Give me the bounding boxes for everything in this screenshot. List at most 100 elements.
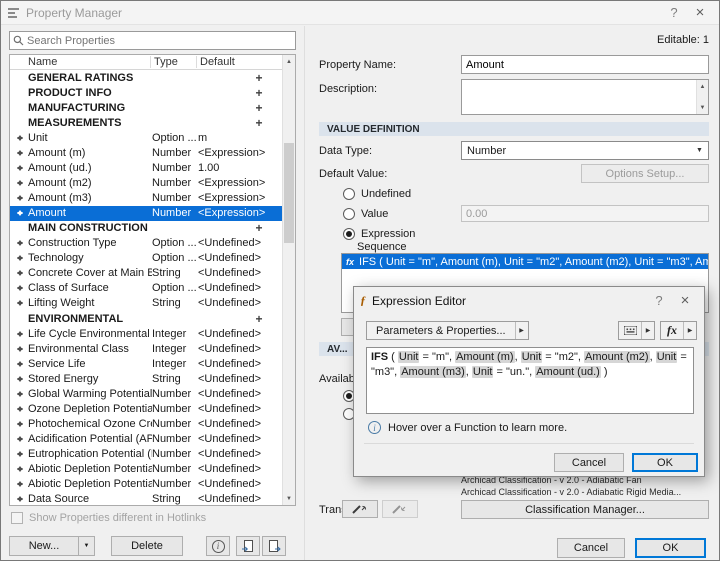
property-row[interactable]: Technology Option ... <Undefined> (10, 251, 282, 266)
value-input[interactable]: 0.00 (461, 205, 709, 222)
new-dropdown-button[interactable]: ▼ (78, 536, 95, 556)
property-row[interactable]: Amount (m2) Number <Expression> (10, 175, 282, 190)
undefined-radio[interactable] (343, 188, 355, 200)
property-row[interactable]: Global Warming Potential (G...Number <Und… (10, 386, 282, 401)
reorder-handle-icon[interactable] (12, 433, 28, 445)
value-radio-label[interactable]: Value (361, 208, 388, 220)
reorder-handle-icon[interactable] (12, 388, 28, 400)
reorder-handle-icon[interactable] (12, 358, 28, 370)
property-row[interactable]: Environmental Class Integer <Undefined> (10, 341, 282, 356)
reorder-handle-icon[interactable] (12, 252, 28, 264)
scroll-up-icon[interactable]: ▲ (283, 55, 295, 68)
property-row[interactable]: Construction Type Option ... <Undefined> (10, 236, 282, 251)
category-row[interactable]: ENVIRONMENTAL + (10, 311, 282, 326)
operators-button[interactable]: ▶ (618, 321, 655, 340)
reorder-handle-icon[interactable] (12, 132, 28, 144)
options-setup-button[interactable]: Options Setup... (581, 164, 709, 183)
description-field[interactable]: ▲ ▼ (461, 79, 709, 115)
column-header-default[interactable]: Default (200, 56, 235, 68)
scroll-down-icon[interactable]: ▼ (283, 492, 295, 505)
value-definition-header[interactable]: VALUE DEFINITION (319, 122, 709, 136)
expression-radio-label[interactable]: Expression (361, 228, 415, 240)
category-row[interactable]: GENERAL RATINGS + (10, 70, 282, 85)
reorder-handle-icon[interactable] (12, 448, 28, 460)
classification-manager-button[interactable]: Classification Manager... (461, 500, 709, 519)
reorder-handle-icon[interactable] (12, 403, 28, 415)
close-button[interactable]: × (672, 290, 698, 312)
add-property-icon[interactable]: + (254, 312, 264, 326)
ok-button[interactable]: OK (632, 453, 698, 472)
add-property-icon[interactable]: + (254, 71, 264, 85)
help-button[interactable]: ? (661, 2, 687, 24)
close-button[interactable]: × (687, 2, 713, 24)
property-row[interactable]: Unit Option ... m (10, 130, 282, 145)
import-properties-button[interactable] (236, 536, 260, 556)
property-row[interactable]: Amount (m3) Number <Expression> (10, 191, 282, 206)
help-button[interactable]: ? (646, 290, 672, 312)
reorder-handle-icon[interactable] (12, 463, 28, 475)
reorder-handle-icon[interactable] (12, 373, 28, 385)
reorder-handle-icon[interactable] (12, 297, 28, 309)
property-row[interactable]: Ozone Depletion Potential (...Number <Und… (10, 401, 282, 416)
property-row[interactable]: Abiotic Depletion Potential (f...Number <… (10, 477, 282, 492)
reorder-handle-icon[interactable] (12, 207, 28, 219)
add-property-icon[interactable]: + (254, 221, 264, 235)
value-radio[interactable] (343, 208, 355, 220)
reorder-handle-icon[interactable] (12, 177, 28, 189)
category-row[interactable]: MANUFACTURING + (10, 100, 282, 115)
scroll-down-icon[interactable]: ▼ (697, 101, 708, 114)
undefined-radio-label[interactable]: Undefined (361, 188, 411, 200)
add-property-icon[interactable]: + (254, 101, 264, 115)
property-row[interactable]: Data Source String <Undefined> (10, 492, 282, 505)
reorder-handle-icon[interactable] (12, 328, 28, 340)
expression-text[interactable]: IFS ( Unit = "m", Amount (m), Unit = "m2… (366, 347, 694, 414)
cancel-button[interactable]: Cancel (557, 538, 625, 558)
property-row[interactable]: Concrete Cover at Main BarsString <Undefi… (10, 266, 282, 281)
column-header-name[interactable]: Name (28, 56, 57, 68)
sequence-item[interactable]: fx IFS ( Unit = "m", Amount (m), Unit = … (342, 254, 708, 269)
delete-button[interactable]: Delete (111, 536, 183, 556)
reorder-handle-icon[interactable] (12, 493, 28, 505)
category-row[interactable]: PRODUCT INFO + (10, 85, 282, 100)
functions-button[interactable]: fx ▶ (660, 321, 697, 340)
reorder-handle-icon[interactable] (12, 237, 28, 249)
property-row[interactable]: Amount (m) Number <Expression> (10, 145, 282, 160)
info-button[interactable]: i (206, 536, 230, 556)
export-properties-button[interactable] (262, 536, 286, 556)
category-row[interactable]: MEASUREMENTS + (10, 115, 282, 130)
scrollbar-thumb[interactable] (284, 143, 294, 243)
add-property-icon[interactable]: + (254, 116, 264, 130)
property-row[interactable]: Service Life Integer <Undefined> (10, 356, 282, 371)
scroll-up-icon[interactable]: ▲ (697, 80, 708, 93)
expression-radio[interactable] (343, 228, 355, 240)
description-scrollbar[interactable]: ▲ ▼ (696, 80, 708, 114)
new-button[interactable]: New... (9, 536, 79, 556)
table-scrollbar[interactable]: ▲ ▼ (282, 55, 295, 505)
reorder-handle-icon[interactable] (12, 267, 28, 279)
property-row[interactable]: Amount (ud.) Number 1.00 (10, 160, 282, 175)
property-row[interactable]: Lifting Weight String <Undefined> (10, 296, 282, 311)
reorder-handle-icon[interactable] (12, 282, 28, 294)
add-property-icon[interactable]: + (254, 86, 264, 100)
property-row[interactable]: Amount Number <Expression> (10, 205, 282, 221)
property-name-input[interactable] (466, 56, 704, 73)
parameters-properties-button[interactable]: Parameters & Properties... ▶ (366, 321, 529, 340)
reorder-handle-icon[interactable] (12, 192, 28, 204)
property-row[interactable]: Abiotic Depletion Potential (f...Number <… (10, 462, 282, 477)
property-row[interactable]: Life Cycle Environmental Integer <Undefine… (10, 326, 282, 341)
cancel-button[interactable]: Cancel (554, 453, 624, 472)
reorder-handle-icon[interactable] (12, 343, 28, 355)
property-row[interactable]: Eutrophication Potential (EP)Number <Unde… (10, 447, 282, 462)
transfer-pickup-button[interactable] (342, 500, 378, 518)
reorder-handle-icon[interactable] (12, 147, 28, 159)
property-row[interactable]: Class of Surface Option ... <Undefined> (10, 281, 282, 296)
data-type-dropdown[interactable]: Number ▼ (461, 141, 709, 160)
property-row[interactable]: Acidification Potential (AP) Number <Undef… (10, 432, 282, 447)
category-row[interactable]: MAIN CONSTRUCTION + (10, 221, 282, 236)
column-header-type[interactable]: Type (154, 56, 178, 68)
reorder-handle-icon[interactable] (12, 162, 28, 174)
property-row[interactable]: Photochemical Ozone Creati...Number <Unde… (10, 416, 282, 431)
transfer-inject-button[interactable] (382, 500, 418, 518)
reorder-handle-icon[interactable] (12, 418, 28, 430)
property-row[interactable]: Stored Energy String <Undefined> (10, 371, 282, 386)
